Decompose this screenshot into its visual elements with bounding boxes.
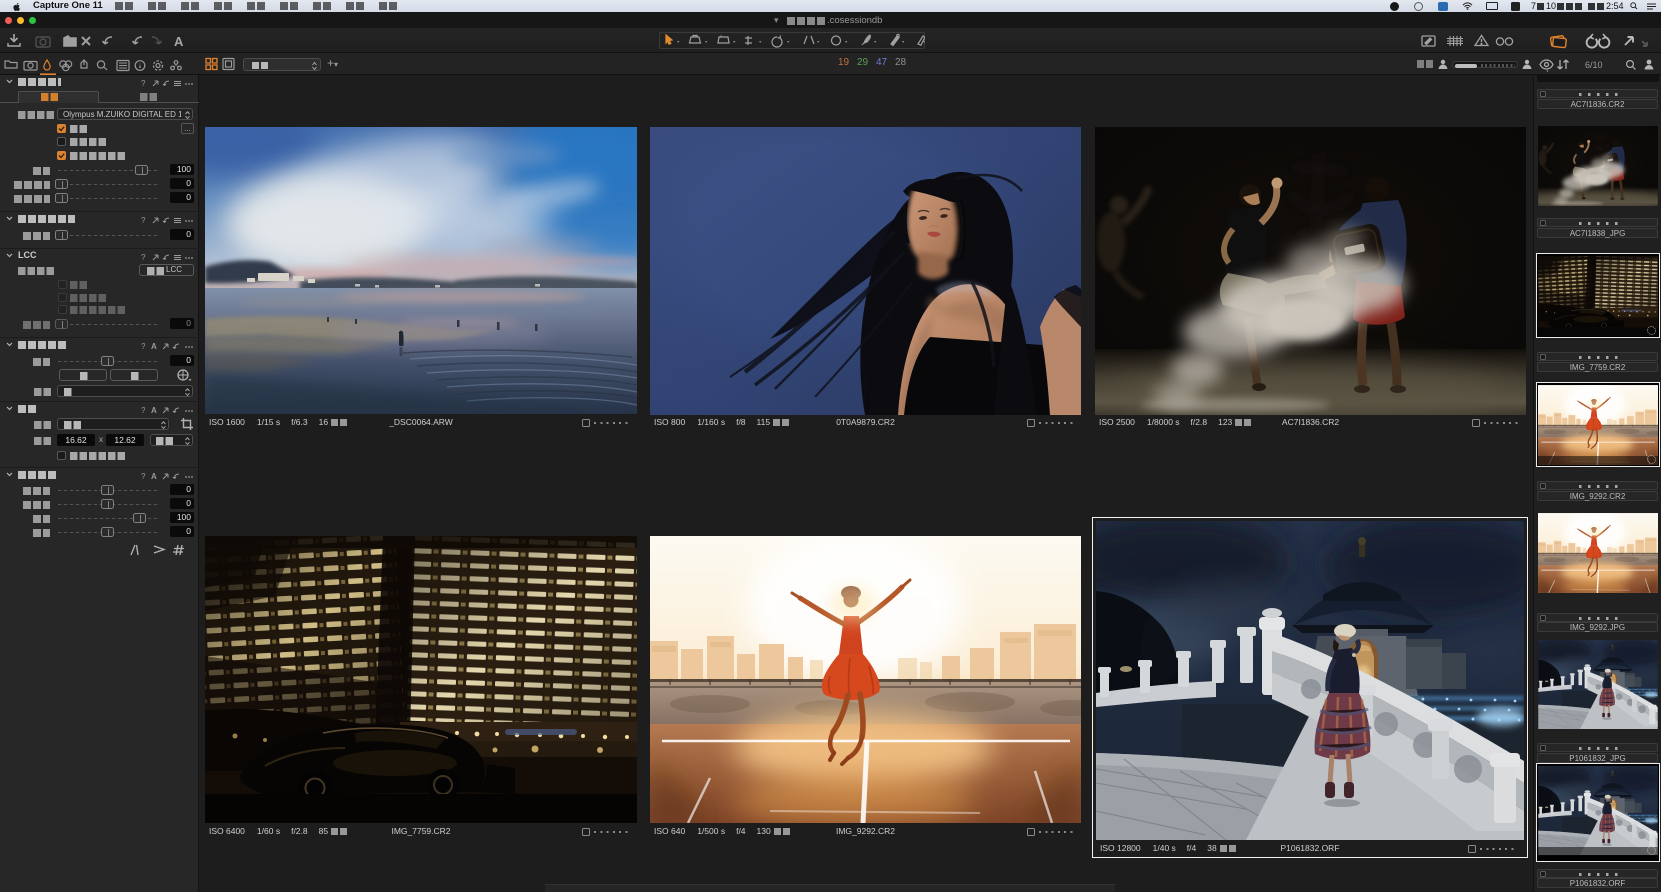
svg-text:A: A [174,34,184,49]
svg-text:6/10: 6/10 [1585,60,1603,70]
